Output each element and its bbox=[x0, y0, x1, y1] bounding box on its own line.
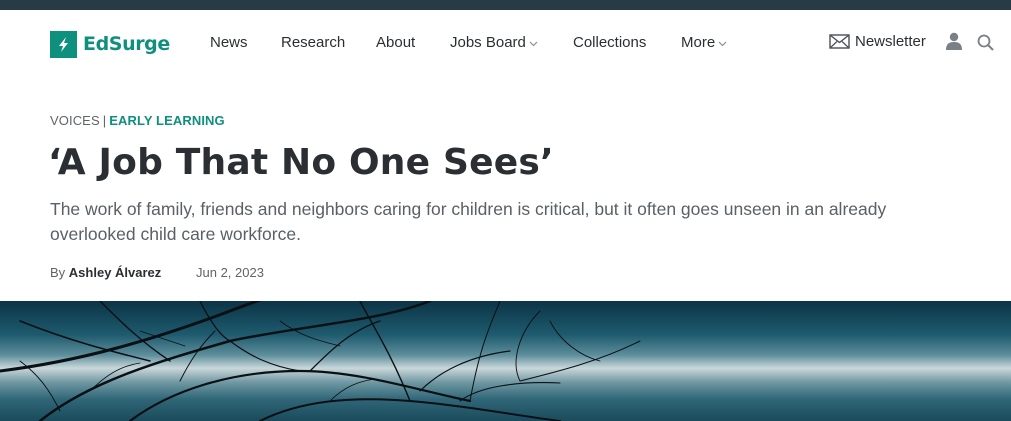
newsletter-label: Newsletter bbox=[855, 33, 926, 50]
nav-item-label: News bbox=[210, 34, 248, 51]
user-icon[interactable] bbox=[945, 32, 963, 55]
category-link-early-learning[interactable]: EARLY LEARNING bbox=[109, 113, 225, 128]
edsurge-logo[interactable]: EdSurge bbox=[50, 30, 170, 58]
logo-text: EdSurge bbox=[83, 33, 170, 55]
author-link[interactable]: Ashley Álvarez bbox=[69, 265, 162, 280]
nav-item-news[interactable]: News bbox=[210, 34, 248, 51]
nav-item-research[interactable]: Research bbox=[281, 34, 345, 51]
article-title: ‘A Job That No One Sees’ bbox=[48, 142, 554, 183]
byline: By Ashley Álvarez bbox=[50, 265, 161, 280]
nav-item-label: Research bbox=[281, 34, 346, 51]
site-header: EdSurge News Research About Jobs Board C… bbox=[0, 10, 1011, 78]
article-kicker: VOICES | EARLY LEARNING bbox=[50, 113, 225, 128]
hero-image bbox=[0, 301, 1011, 421]
byline-prefix: By bbox=[50, 265, 66, 280]
nav-item-label: About bbox=[376, 34, 416, 51]
nav-item-jobs-board[interactable]: Jobs Board bbox=[450, 34, 538, 51]
nav-item-more[interactable]: More bbox=[681, 34, 727, 51]
nav-item-about[interactable]: About bbox=[376, 34, 415, 51]
section-link-voices[interactable]: VOICES bbox=[50, 113, 100, 128]
nav-item-label: More bbox=[681, 34, 716, 51]
tree-branches-graphic bbox=[0, 301, 641, 421]
chevron-down-icon bbox=[529, 41, 538, 46]
article-dek: The work of family, friends and neighbor… bbox=[50, 199, 887, 244]
envelope-icon bbox=[829, 34, 850, 49]
kicker-separator: | bbox=[102, 113, 107, 128]
nav-item-collections[interactable]: Collections bbox=[573, 34, 646, 51]
nav-item-label: Jobs Board bbox=[450, 34, 526, 51]
publish-date: Jun 2, 2023 bbox=[196, 265, 264, 280]
search-icon[interactable] bbox=[977, 34, 994, 56]
nav-item-label: Collections bbox=[573, 34, 647, 51]
top-accent-bar bbox=[0, 0, 1011, 10]
newsletter-link[interactable]: Newsletter bbox=[829, 33, 926, 50]
edsurge-bolt-icon bbox=[50, 30, 77, 58]
chevron-down-icon bbox=[718, 41, 727, 46]
